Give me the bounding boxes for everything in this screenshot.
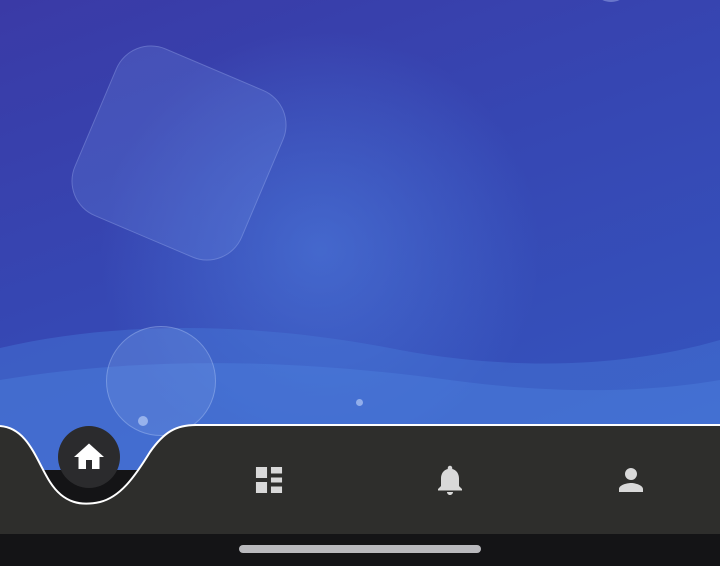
tab-home[interactable] [58,426,120,488]
wallpaper-background [0,0,720,470]
system-gesture-area [0,534,720,566]
dashboard-icon [255,466,283,494]
app-screen [0,0,720,566]
bell-icon [438,465,462,495]
tab-notifications[interactable] [414,448,486,512]
decorative-rounded-square [59,33,299,273]
decorative-circle [596,0,626,2]
home-indicator[interactable] [239,545,481,553]
tab-dashboard[interactable] [233,448,305,512]
home-icon [74,443,104,469]
bottom-navigation-bar [0,420,720,540]
decorative-dot [356,399,363,406]
person-icon [619,468,643,492]
tab-profile[interactable] [595,448,667,512]
